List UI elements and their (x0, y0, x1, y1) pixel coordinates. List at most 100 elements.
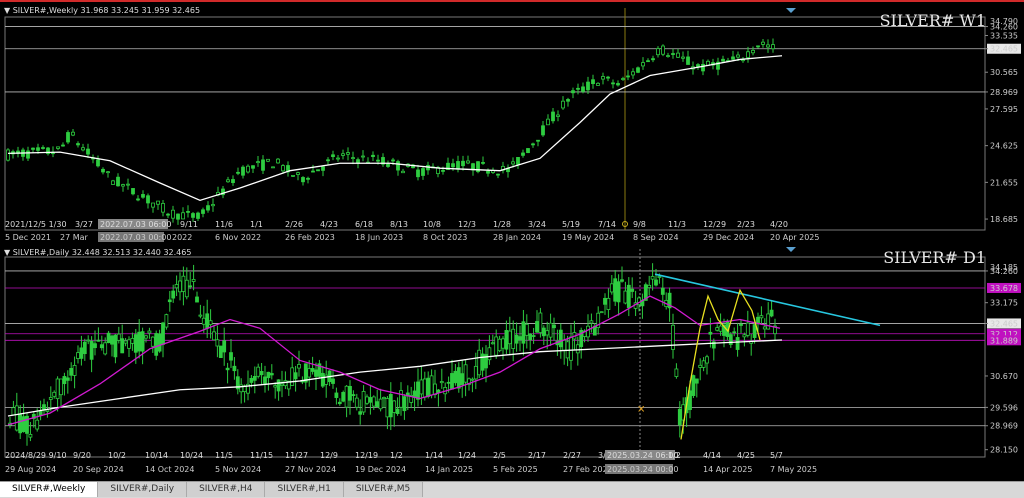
weekly-inner-date-label: 10/8 (423, 220, 441, 229)
weekly-price-label: 32.465 (990, 45, 1018, 54)
weekly-symbol-watermark: SILVER# W1 (879, 11, 986, 30)
candle-body (205, 313, 210, 329)
weekly-inner-date-label: 8/13 (390, 220, 408, 229)
candle-body (211, 204, 215, 207)
tab-daily[interactable]: SILVER#,Daily (98, 482, 188, 497)
candle-body (606, 76, 610, 79)
candle-body (81, 147, 85, 151)
candle-body (705, 356, 709, 364)
candle-body (127, 339, 131, 349)
candle-body (677, 408, 682, 426)
weekly-price-label: 27.595 (990, 105, 1018, 114)
candle-body (453, 370, 458, 384)
daily-chart-window[interactable]: ✕ 34.260 33.175 32.465 30.670 29.596 28.969 28.… (0, 245, 1024, 480)
candle-body (531, 143, 535, 146)
candle-body (123, 340, 128, 344)
daily-time-label: 2025.03.24 00:00 (607, 465, 678, 474)
daily-inner-date-label: 1/2 (390, 451, 403, 460)
candle-body (416, 169, 420, 178)
candle-body (133, 334, 138, 353)
tab-h1[interactable]: SILVER#,H1 (265, 482, 344, 497)
weekly-shift-marker-icon (786, 8, 796, 13)
candle-body (558, 329, 563, 348)
candle-body (461, 160, 465, 167)
candle-body (477, 349, 482, 376)
candle-body (739, 323, 743, 326)
candle-body (229, 352, 233, 361)
candle-body (616, 281, 621, 303)
weekly-inner-date-label: 11/6 (215, 220, 233, 229)
daily-inner-date-label: 2/17 (528, 451, 546, 460)
candle-body (526, 148, 530, 154)
daily-price-top-label: 34.185 (990, 263, 1018, 272)
daily-price-label: 28.969 (990, 422, 1018, 431)
candle-body (450, 373, 454, 390)
candle-body (249, 377, 254, 383)
daily-price-label: 30.670 (990, 372, 1018, 381)
candle-body (552, 324, 556, 329)
candle-body (566, 99, 570, 102)
candle-body (116, 333, 121, 341)
candle-body (259, 371, 264, 376)
candle-body (562, 339, 567, 351)
daily-ohlc-label: SILVER#,Daily 32.448 32.513 32.440 32.46… (12, 248, 192, 257)
weekly-price-label: 24.625 (990, 142, 1018, 151)
candle-body (480, 353, 485, 371)
candle-body (69, 368, 74, 376)
candle-body (654, 279, 658, 286)
candle-body (297, 364, 301, 369)
candle-body (171, 290, 176, 299)
weekly-price-label: 28.969 (990, 88, 1018, 97)
tab-m5[interactable]: SILVER#,M5 (343, 482, 424, 497)
daily-time-label: 14 Oct 2024 (145, 465, 194, 474)
candle-body (561, 100, 565, 109)
tab-weekly[interactable]: SILVER#,Weekly (0, 482, 99, 497)
candle-body (521, 321, 526, 344)
candle-body (301, 177, 305, 183)
candle-body (321, 166, 325, 171)
weekly-time-label: 29 Dec 2024 (703, 233, 754, 242)
weekly-inner-date-label: 11/3 (668, 220, 686, 229)
candle-body (481, 162, 485, 164)
daily-inner-date-label: 9/20 (73, 451, 91, 460)
daily-inner-date-label: 10/14 (145, 451, 168, 460)
candle-body (460, 373, 465, 386)
candle-body (371, 396, 376, 407)
candle-body (401, 170, 405, 174)
candle-body (371, 154, 375, 157)
candle-body (391, 159, 395, 162)
candle-body (351, 394, 356, 396)
candle-body (575, 344, 580, 354)
candle-body (136, 198, 140, 201)
daily-chart-canvas[interactable]: ✕34.26033.17532.46530.67029.59628.96928.… (0, 245, 1024, 480)
daily-inner-date-label: 10/2 (108, 451, 126, 460)
candle-body (569, 336, 573, 361)
candle-body (732, 331, 737, 334)
candle-body (671, 53, 675, 55)
candle-body (212, 331, 216, 341)
candle-body (681, 56, 685, 59)
candle-body (589, 320, 594, 324)
candle-body (341, 153, 345, 156)
candle-body (623, 290, 628, 304)
candle-body (311, 170, 315, 173)
chart-menu-arrow-icon[interactable]: ▼ (4, 248, 10, 257)
candle-body (18, 414, 23, 434)
candle-body (215, 339, 220, 347)
candle-body (140, 331, 145, 352)
daily-price-label: 29.596 (990, 403, 1018, 412)
daily-inner-date-label: 2/27 (563, 451, 581, 460)
tab-h4[interactable]: SILVER#,H4 (187, 482, 266, 497)
candle-body (497, 338, 502, 352)
candle-body (320, 372, 325, 387)
candle-body (331, 378, 335, 384)
weekly-chart-canvas[interactable]: 34.26033.53532.46530.56528.96927.59524.6… (0, 2, 1024, 242)
candle-body (511, 328, 516, 349)
candle-body (261, 159, 265, 171)
weekly-inner-date-label: 3/27 (75, 220, 93, 229)
chart-menu-arrow-icon[interactable]: ▼ (4, 6, 10, 15)
weekly-chart-window[interactable]: 34.260 33.535 32.465 30.565 28.969 27.595 24.6… (0, 0, 1024, 242)
candle-body (226, 179, 230, 183)
candle-body (439, 381, 444, 384)
candle-body (86, 339, 91, 342)
